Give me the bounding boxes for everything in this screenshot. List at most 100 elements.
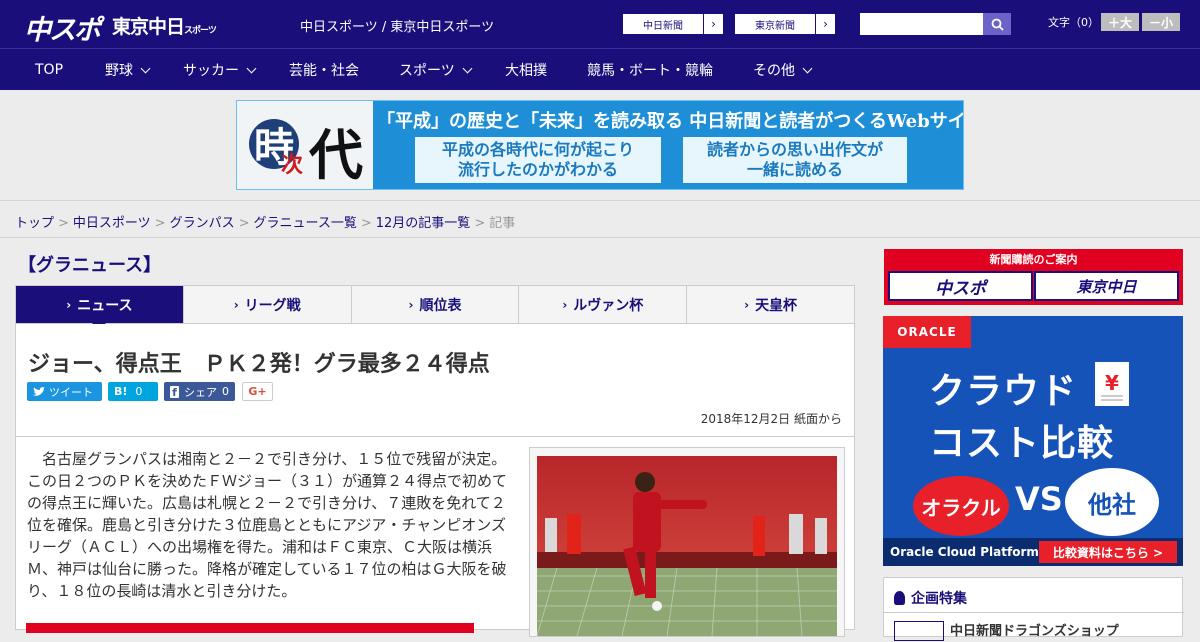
tab-league[interactable]: › リーグ戦 [182,286,351,323]
breadcrumb-grampus[interactable]: グランパス [170,216,235,231]
search-button[interactable] [983,13,1011,35]
ad-footer: Oracle Cloud Platform 比較資料はこちら > [883,538,1183,566]
article-date: 2018年12月2日 紙面から [700,412,842,426]
chevron-right-icon: › [815,14,835,34]
chevron-right-icon: › [562,297,568,312]
font-smaller-button[interactable]: －小 [1142,13,1180,31]
subscribe-chuspo-button[interactable]: 中スポ [888,271,1033,301]
svg-text:¥: ¥ [1105,371,1119,395]
nav-item-soccer[interactable]: サッカー [183,49,257,91]
banner-box-text: 読者からの思い出作文が [706,140,883,159]
chuspo-logo[interactable]: 中スポ [24,8,101,47]
hatena-bookmark-button[interactable]: B! 0 [108,382,158,401]
category-title: 【グラニュース】 [18,255,162,276]
paper-link-label: 中日新聞 [643,20,683,32]
tab-levain-cup[interactable]: › ルヴァン杯 [518,286,686,323]
main-nav: TOP 野球 サッカー 芸能・社会 スポーツ 大相撲 競馬・ボート・競輪 その他 [0,48,1200,90]
site-title: 中日スポーツ / 東京中日スポーツ [300,20,495,35]
nav-label: 大相撲 [505,63,547,79]
hatena-count: 0 [135,385,143,398]
banner-kanji-tsugi: 次 [281,152,304,178]
chevron-right-icon: › [703,14,723,34]
breadcrumb-separator: > [474,216,486,231]
related-banner-strip[interactable] [26,623,474,633]
tweet-label: ツイート [49,385,93,399]
nav-item-top[interactable]: TOP [35,49,63,91]
banner-box-right: 読者からの思い出作文が 一緒に読める [683,137,907,183]
breadcrumb: トップ > 中日スポーツ > グランパス > グラニュース一覧 >12月の記事一覧 > 記事 [0,200,1200,238]
yen-symbol-icon: ¥ [1101,371,1123,401]
breadcrumb-top[interactable]: トップ [15,216,54,231]
ad-oracle-bubble: オラクル [913,476,1009,536]
nav-item-racing[interactable]: 競馬・ボート・競輪 [587,49,713,91]
ad-line-2: コスト比較 [929,423,1115,464]
banner-logo-area: 時 次 代 [237,101,373,189]
tweet-button[interactable]: ツイート [27,382,102,401]
banner-box-text: 流行したのかがわかる [457,160,618,179]
article-photo[interactable] [537,456,837,636]
tokyo-chunichi-logo[interactable]: 東京中日スポーツ [112,12,217,39]
breadcrumb-separator: > [238,216,250,231]
hatena-b-icon: B! [114,385,128,398]
chunichi-shimbun-link[interactable]: 中日新聞 › [622,13,724,35]
article-photo-frame[interactable] [529,447,845,637]
banner-kanji-dai: 代 [309,123,363,187]
ad-vs: VS [1015,480,1063,518]
section-tabs: › ニュース › リーグ戦 › 順位表 › ルヴァン杯 › 天皇杯 [15,285,855,330]
nav-item-sports[interactable]: スポーツ [399,49,473,91]
article-text: 名古屋グランパスは湘南と２－２で引き分け、１５位で残留が決定。この日２つのＰＫを… [27,450,508,600]
google-plus-button[interactable]: G+ [242,382,273,401]
oracle-logo: ORACLE [883,316,971,348]
banner-box-text: 平成の各時代に何が起こり [441,140,634,159]
nav-label: サッカー [183,63,239,79]
tab-label: 順位表 [419,297,462,314]
breadcrumb-separator: > [360,216,372,231]
jidai-banner[interactable]: 時 次 代 「平成」の歴史と「未来」を読み取る 中日新聞と読者がつくるWebサイ… [236,100,964,190]
facebook-share-button[interactable]: f シェア 0 [164,382,235,401]
oracle-cloud-ad[interactable]: ORACLE クラウド コスト比較 ¥ オラクル VS 他社 Oracle Cl… [883,316,1183,566]
nav-item-other[interactable]: その他 [753,49,813,91]
breadcrumb-chunichi-sports[interactable]: 中日スポーツ [73,216,151,231]
breadcrumb-news-list[interactable]: グラニュース一覧 [254,216,357,231]
subscribe-tokyo-chunichi-button[interactable]: 東京中日 [1034,271,1179,301]
ad-cta-button[interactable]: 比較資料はこちら > [1039,541,1177,563]
soccer-photo-image [537,456,837,636]
yen-document-icon: ¥ [1095,362,1129,406]
tokyo-shimbun-link[interactable]: 東京新聞 › [734,13,836,35]
font-size-label: 文字（0） [1048,16,1099,29]
tokyo-logo-suffix: スポーツ [184,26,217,36]
ad-competitor-bubble: 他社 [1065,468,1159,536]
nav-label: スポーツ [399,63,455,79]
nav-label: 競馬・ボート・競輪 [587,63,713,79]
nav-label: 野球 [105,63,133,79]
features-title: 企画特集 [911,591,967,607]
tab-standings[interactable]: › 順位表 [350,286,519,323]
ad-line-1: クラウド [929,371,1078,412]
tokyo-logo-text: 東京中日 [112,16,185,38]
nav-item-baseball[interactable]: 野球 [105,49,151,91]
chevron-right-icon: › [408,297,414,312]
tab-news[interactable]: › ニュース [16,286,183,330]
breadcrumb-current: 記事 [489,216,516,231]
nav-item-sumo[interactable]: 大相撲 [505,49,547,91]
search-icon [991,18,1004,31]
article-body: 名古屋グランパスは湘南と２－２で引き分け、１５位で残留が決定。この日２つのＰＫを… [15,437,855,637]
nav-item-entertainment[interactable]: 芸能・社会 [289,49,359,91]
tab-label: 天皇杯 [755,297,798,314]
facebook-f-icon: f [170,385,179,399]
tab-emperors-cup[interactable]: › 天皇杯 [686,286,854,323]
chevron-down-icon [246,63,257,73]
tab-label: ルヴァン杯 [573,297,644,314]
font-bigger-button[interactable]: ＋大 [1101,13,1139,31]
search-input[interactable] [860,13,983,35]
site-header: 中スポ 東京中日スポーツ 中日スポーツ / 東京中日スポーツ 中日新聞 › 東京新… [0,0,1200,48]
banner-headline: 「平成」の歴史と「未来」を読み取る 中日新聞と読者がつくるWebサイト [377,111,964,132]
breadcrumb-december[interactable]: 12月の記事一覧 [376,216,471,231]
feature-item[interactable]: 中日新聞ドラゴンズショップ [884,612,1184,642]
tab-label: リーグ戦 [244,297,301,314]
chevron-right-icon: › [66,297,72,312]
nav-label: TOP [35,62,64,78]
paper-link-label: 東京新聞 [755,20,795,32]
chevron-down-icon [802,63,813,73]
nav-label: 芸能・社会 [289,63,359,79]
